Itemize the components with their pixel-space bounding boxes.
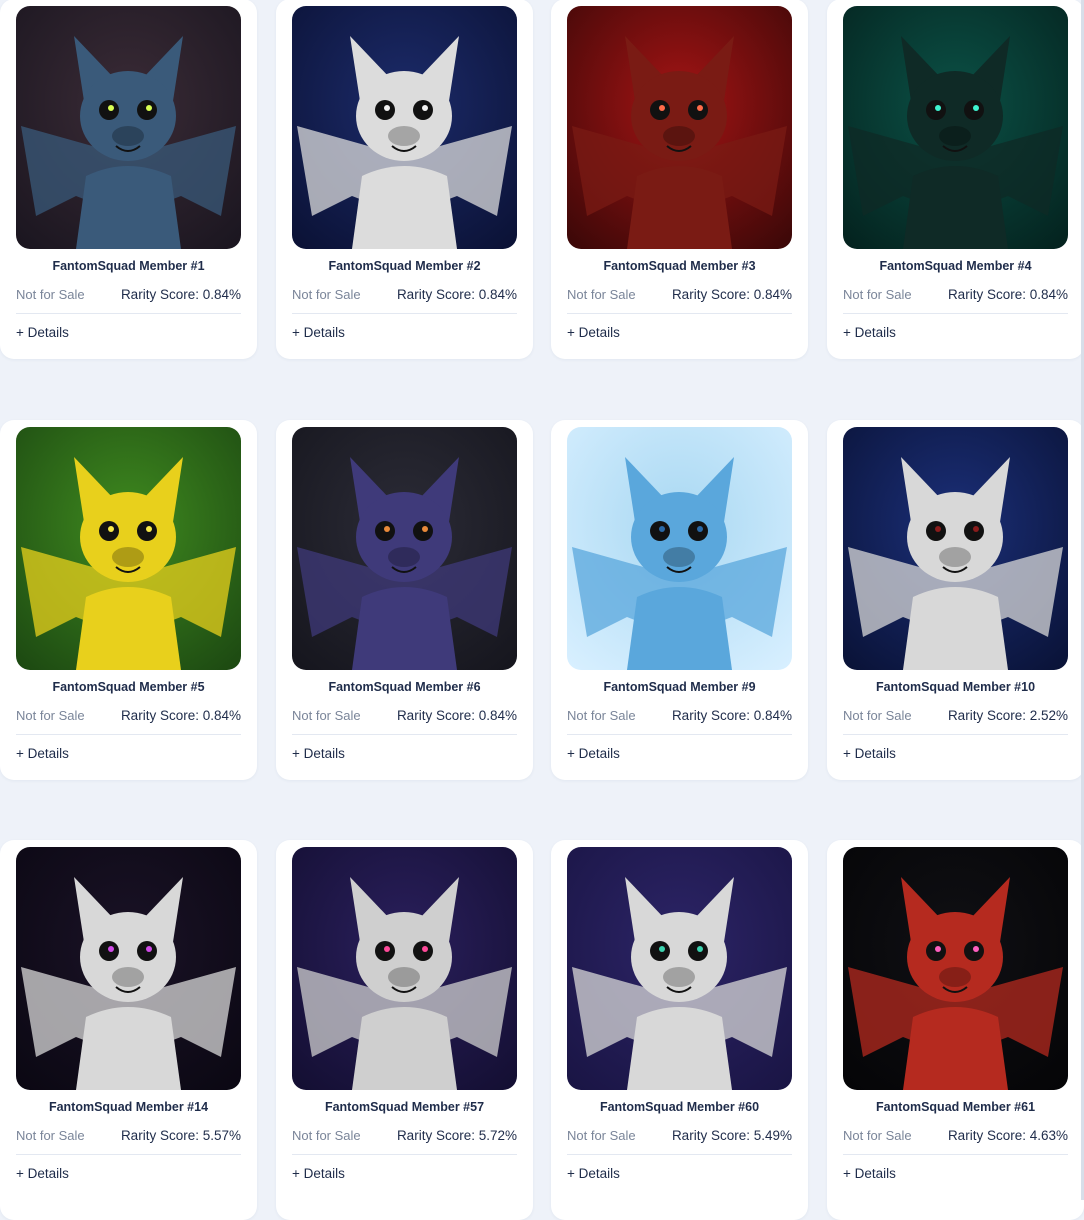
details-toggle[interactable]: + Details — [16, 325, 69, 340]
card-title: FantomSquad Member #10 — [875, 680, 1036, 694]
rarity-score: Rarity Score: 5.72% — [396, 1128, 517, 1143]
sale-status: Not for Sale — [16, 1128, 85, 1143]
divider — [843, 734, 1068, 735]
rarity-score: Rarity Score: 0.84% — [396, 287, 517, 302]
card-title: FantomSquad Member #1 — [52, 259, 205, 273]
card-title: FantomSquad Member #6 — [328, 680, 481, 694]
nft-card[interactable]: FantomSquad Member #6 Not for Sale Rarit… — [276, 420, 533, 780]
rarity-score: Rarity Score: 0.84% — [671, 708, 792, 723]
card-title: FantomSquad Member #60 — [599, 1100, 760, 1114]
details-toggle[interactable]: + Details — [16, 746, 69, 761]
rarity-score: Rarity Score: 0.84% — [120, 708, 241, 723]
bat-avatar-icon — [292, 427, 517, 670]
nft-card[interactable]: FantomSquad Member #57 Not for Sale Rari… — [276, 840, 533, 1220]
divider — [292, 734, 517, 735]
rarity-score: Rarity Score: 0.84% — [671, 287, 792, 302]
nft-art-image[interactable] — [16, 847, 241, 1090]
nft-art-image[interactable] — [567, 6, 792, 249]
details-toggle[interactable]: + Details — [567, 1166, 620, 1181]
bat-avatar-icon — [292, 847, 517, 1090]
rarity-score: Rarity Score: 4.63% — [947, 1128, 1068, 1143]
nft-card[interactable]: FantomSquad Member #5 Not for Sale Rarit… — [0, 420, 257, 780]
nft-card[interactable]: FantomSquad Member #9 Not for Sale Rarit… — [551, 420, 808, 780]
details-toggle[interactable]: + Details — [292, 325, 345, 340]
nft-card[interactable]: FantomSquad Member #14 Not for Sale Rari… — [0, 840, 257, 1220]
sale-status: Not for Sale — [16, 287, 85, 302]
nft-card[interactable]: FantomSquad Member #10 Not for Sale Rari… — [827, 420, 1084, 780]
card-title: FantomSquad Member #57 — [324, 1100, 485, 1114]
bat-avatar-icon — [16, 6, 241, 249]
nft-art-image[interactable] — [843, 427, 1068, 670]
details-toggle[interactable]: + Details — [292, 1166, 345, 1181]
nft-art-image[interactable] — [16, 6, 241, 249]
nft-art-image[interactable] — [292, 847, 517, 1090]
rarity-score: Rarity Score: 0.84% — [396, 708, 517, 723]
sale-status: Not for Sale — [843, 1128, 912, 1143]
bat-avatar-icon — [843, 847, 1068, 1090]
bat-avatar-icon — [567, 847, 792, 1090]
nft-art-image[interactable] — [843, 6, 1068, 249]
sale-status: Not for Sale — [567, 1128, 636, 1143]
divider — [567, 313, 792, 314]
rarity-score: Rarity Score: 5.57% — [120, 1128, 241, 1143]
details-toggle[interactable]: + Details — [567, 746, 620, 761]
divider — [16, 1154, 241, 1155]
nft-art-image[interactable] — [567, 847, 792, 1090]
bat-avatar-icon — [567, 6, 792, 249]
divider — [292, 1154, 517, 1155]
sale-status: Not for Sale — [843, 708, 912, 723]
divider — [567, 1154, 792, 1155]
card-title: FantomSquad Member #9 — [603, 680, 756, 694]
card-title: FantomSquad Member #3 — [603, 259, 756, 273]
nft-art-image[interactable] — [843, 847, 1068, 1090]
nft-card[interactable]: FantomSquad Member #4 Not for Sale Rarit… — [827, 0, 1084, 359]
bat-avatar-icon — [292, 6, 517, 249]
rarity-score: Rarity Score: 0.84% — [120, 287, 241, 302]
nft-card[interactable]: FantomSquad Member #60 Not for Sale Rari… — [551, 840, 808, 1220]
sale-status: Not for Sale — [292, 708, 361, 723]
nft-art-image[interactable] — [292, 6, 517, 249]
card-title: FantomSquad Member #2 — [328, 259, 481, 273]
nft-art-image[interactable] — [16, 427, 241, 670]
sale-status: Not for Sale — [567, 287, 636, 302]
rarity-score: Rarity Score: 0.84% — [947, 287, 1068, 302]
nft-card[interactable]: FantomSquad Member #1 Not for Sale Rarit… — [0, 0, 257, 359]
bat-avatar-icon — [843, 427, 1068, 670]
card-title: FantomSquad Member #5 — [52, 680, 205, 694]
sale-status: Not for Sale — [567, 708, 636, 723]
nft-card[interactable]: FantomSquad Member #61 Not for Sale Rari… — [827, 840, 1084, 1220]
details-toggle[interactable]: + Details — [843, 325, 896, 340]
divider — [292, 313, 517, 314]
bat-avatar-icon — [16, 847, 241, 1090]
nft-art-image[interactable] — [292, 427, 517, 670]
sale-status: Not for Sale — [292, 287, 361, 302]
card-title: FantomSquad Member #14 — [48, 1100, 209, 1114]
divider — [567, 734, 792, 735]
bat-avatar-icon — [843, 6, 1068, 249]
bat-avatar-icon — [567, 427, 792, 670]
card-title: FantomSquad Member #4 — [879, 259, 1032, 273]
sale-status: Not for Sale — [292, 1128, 361, 1143]
sale-status: Not for Sale — [843, 287, 912, 302]
divider — [843, 313, 1068, 314]
sale-status: Not for Sale — [16, 708, 85, 723]
nft-card[interactable]: FantomSquad Member #3 Not for Sale Rarit… — [551, 0, 808, 359]
details-toggle[interactable]: + Details — [843, 1166, 896, 1181]
nft-grid: FantomSquad Member #1 Not for Sale Rarit… — [0, 0, 1084, 1220]
bat-avatar-icon — [16, 427, 241, 670]
details-toggle[interactable]: + Details — [292, 746, 345, 761]
divider — [16, 734, 241, 735]
details-toggle[interactable]: + Details — [843, 746, 896, 761]
divider — [843, 1154, 1068, 1155]
rarity-score: Rarity Score: 2.52% — [947, 708, 1068, 723]
details-toggle[interactable]: + Details — [16, 1166, 69, 1181]
details-toggle[interactable]: + Details — [567, 325, 620, 340]
divider — [16, 313, 241, 314]
card-title: FantomSquad Member #61 — [875, 1100, 1036, 1114]
nft-card[interactable]: FantomSquad Member #2 Not for Sale Rarit… — [276, 0, 533, 359]
nft-art-image[interactable] — [567, 427, 792, 670]
rarity-score: Rarity Score: 5.49% — [671, 1128, 792, 1143]
